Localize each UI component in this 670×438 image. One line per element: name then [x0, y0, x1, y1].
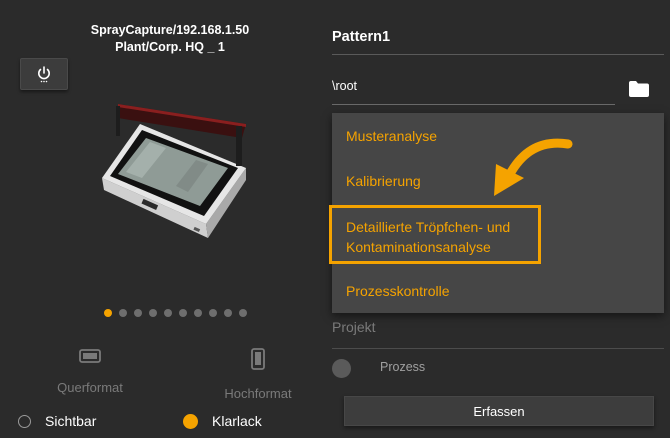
- carousel-dot[interactable]: [134, 309, 142, 317]
- clearcoat-radio[interactable]: [183, 413, 198, 429]
- process-toggle[interactable]: [332, 359, 351, 378]
- menu-item-calibration[interactable]: Kalibrierung: [346, 171, 421, 191]
- folder-icon[interactable]: [628, 80, 650, 98]
- visible-label: Sichtbar: [45, 413, 97, 429]
- carousel-dot[interactable]: [104, 309, 112, 317]
- process-label: Prozess: [380, 360, 426, 374]
- device-image: [102, 104, 246, 238]
- pattern-name-field[interactable]: Pattern1: [332, 22, 664, 55]
- clearcoat-radio-option[interactable]: Klarlack: [183, 413, 262, 429]
- landscape-option[interactable]: Querformat: [44, 348, 136, 395]
- project-label: Projekt: [332, 319, 376, 335]
- menu-item-pattern-analysis[interactable]: Musteranalyse: [346, 126, 437, 146]
- carousel-dot[interactable]: [179, 309, 187, 317]
- visible-radio[interactable]: [18, 414, 31, 428]
- landscape-label: Querformat: [57, 380, 123, 395]
- capture-button[interactable]: Erfassen: [344, 396, 654, 426]
- device-address: SprayCapture/192.168.1.50: [90, 23, 250, 37]
- device-location: Plant/Corp. HQ _ 1: [115, 40, 225, 54]
- power-button[interactable]: [20, 58, 68, 90]
- clearcoat-label: Klarlack: [212, 413, 262, 429]
- device-title: SprayCapture/192.168.1.50 Plant/Corp. HQ…: [60, 22, 280, 56]
- power-icon: [38, 66, 50, 83]
- portrait-option[interactable]: Hochformat: [212, 348, 304, 401]
- image-carousel-indicator: [104, 309, 247, 317]
- portrait-icon: [251, 348, 265, 370]
- carousel-dot[interactable]: [239, 309, 247, 317]
- visible-radio-option[interactable]: Sichtbar: [18, 413, 96, 429]
- highlight-box: [329, 205, 541, 264]
- landscape-icon: [79, 349, 101, 363]
- carousel-dot[interactable]: [119, 309, 127, 317]
- portrait-label: Hochformat: [224, 386, 292, 401]
- path-field[interactable]: \root: [332, 72, 615, 105]
- callout-arrow-icon: [494, 138, 573, 196]
- carousel-dot[interactable]: [149, 309, 157, 317]
- carousel-dot[interactable]: [224, 309, 232, 317]
- carousel-dot[interactable]: [194, 309, 202, 317]
- project-divider: [332, 348, 664, 349]
- carousel-dot[interactable]: [209, 309, 217, 317]
- carousel-dot[interactable]: [164, 309, 172, 317]
- menu-item-process-control[interactable]: Prozesskontrolle: [346, 281, 450, 301]
